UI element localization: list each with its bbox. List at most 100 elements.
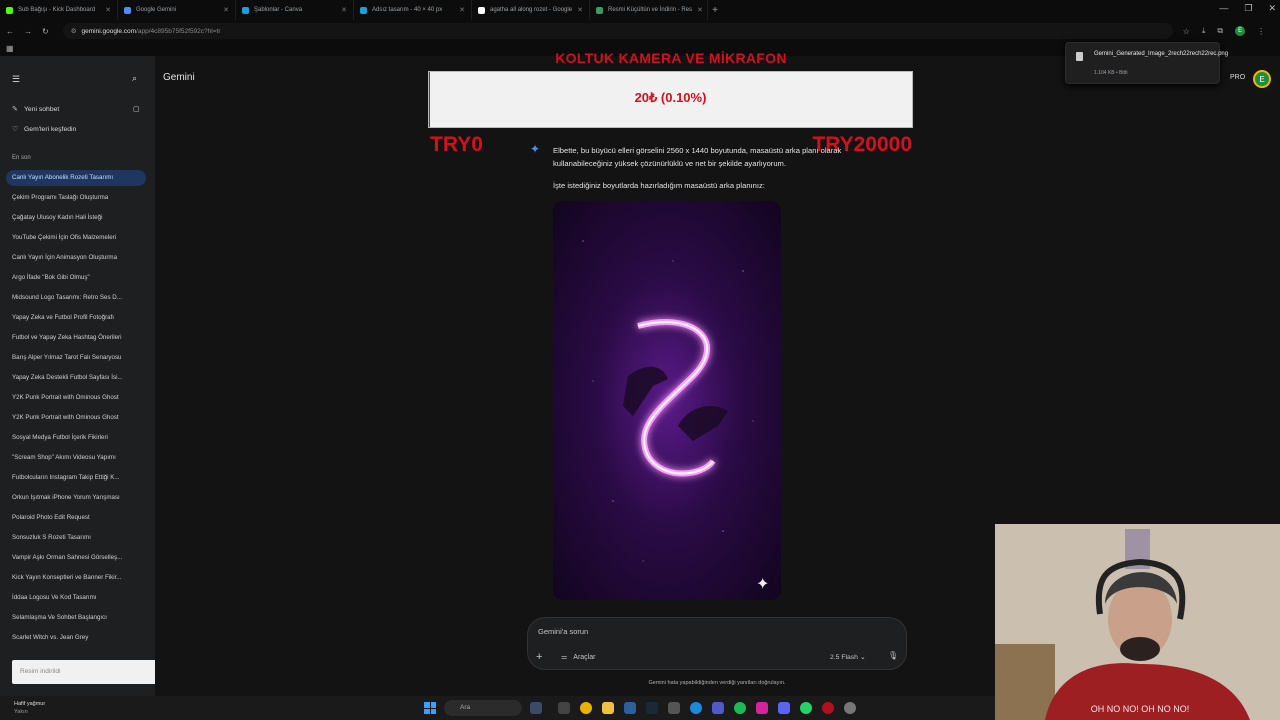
store-icon[interactable]: [624, 702, 636, 714]
browser-tab[interactable]: Resmi Küçültün ve İndirin - Res ✕: [590, 0, 708, 20]
new-tab-button[interactable]: +: [708, 5, 722, 16]
tab-close-icon[interactable]: ✕: [223, 6, 229, 14]
browser-tab[interactable]: Şablonlar - Canva ✕: [236, 0, 354, 20]
gemini-sparkle-icon: ✦: [530, 142, 541, 156]
forward-icon[interactable]: →: [24, 27, 32, 36]
profile-avatar[interactable]: E: [1235, 26, 1246, 36]
tab-favicon-icon: [6, 6, 13, 14]
tab-title: Google Gemini: [136, 7, 177, 13]
recent-chat-item[interactable]: İddaa Logosu Ve Kod Tasarımı: [6, 590, 146, 606]
spotify-icon[interactable]: [734, 702, 746, 714]
download-filename[interactable]: Gemini_Generated_Image_2rech22rech22rec.…: [1094, 50, 1228, 59]
capcut-icon[interactable]: [668, 702, 680, 714]
generated-image[interactable]: [553, 201, 781, 600]
search-icon[interactable]: ⌕: [132, 73, 137, 84]
tools-label: Araçlar: [573, 653, 596, 661]
download-icon[interactable]: ⤓: [1202, 26, 1206, 36]
discord-icon[interactable]: [778, 702, 790, 714]
hamburger-menu-icon[interactable]: ☰: [12, 74, 20, 85]
tools-button[interactable]: ⚌ Araçlar: [561, 653, 596, 662]
tab-title: Adsız tasarım - 40 × 40 px: [372, 7, 443, 13]
tab-close-icon[interactable]: ✕: [459, 6, 465, 14]
explore-gems-button[interactable]: ♡ Gem'leri keşfedin: [12, 125, 76, 133]
recent-chat-item[interactable]: Midsound Logo Tasarımı: Retro Ses D...: [6, 290, 146, 306]
task-view-icon[interactable]: [530, 702, 542, 714]
download-size: 1.104 KB • Bitti: [1094, 70, 1128, 76]
recent-chat-item[interactable]: Selamlaşma Ve Sohbet Başlangıcı: [6, 610, 146, 626]
tab-close-icon[interactable]: ✕: [105, 6, 111, 14]
recent-chat-item[interactable]: Polaroid Photo Edit Request: [6, 510, 146, 526]
tab-close-icon[interactable]: ✕: [697, 6, 703, 14]
download-popup[interactable]: Gemini_Generated_Image_2rech22rech22rec.…: [1065, 42, 1228, 84]
response-paragraph-2: İşte istediğiniz boyutlarda hazırladığım…: [553, 181, 765, 190]
recent-chat-item[interactable]: Yapay Zeka ve Futbol Profil Fotoğrafı: [6, 310, 146, 326]
close-icon[interactable]: ✕: [1268, 3, 1276, 14]
recent-chat-item[interactable]: Canlı Yayın Abonelik Rozeti Tasarımı: [6, 170, 146, 186]
recent-chat-item[interactable]: Sosyal Medya Futbol İçerik Fikirleri: [6, 430, 146, 446]
add-attachment-button[interactable]: +: [536, 651, 542, 663]
recent-chat-item[interactable]: Yapay Zeka Destekli Futbol Sayfası İsi..…: [6, 370, 146, 386]
windows-start-icon[interactable]: [424, 702, 436, 714]
obs-icon[interactable]: [822, 702, 834, 714]
url-field[interactable]: ⚙ gemini.google.com/app/4c895b75f52f592c…: [62, 23, 1173, 39]
recent-chat-item[interactable]: Orkun Işıtmak iPhone Yorum Yarışması: [6, 490, 146, 506]
whatsapp-icon[interactable]: [800, 702, 812, 714]
recent-chat-item[interactable]: Sonsuzluk S Rozeti Tasarımı: [6, 530, 146, 546]
recent-chat-item[interactable]: Çağatay Ulusoy Kadın Hali İsteği: [6, 210, 146, 226]
prompt-input[interactable]: Gemini'a sorun: [538, 627, 588, 636]
back-icon[interactable]: ←: [6, 27, 14, 36]
microphone-button[interactable]: 🎙: [888, 651, 898, 660]
widgets-icon[interactable]: [558, 702, 570, 714]
tab-close-icon[interactable]: ✕: [577, 6, 583, 14]
recent-chat-item[interactable]: Kick Yayın Konseptleri ve Banner Fikir..…: [6, 570, 146, 586]
recent-chat-item[interactable]: Futbolcuların Instagram Takip Ettiği K..…: [6, 470, 146, 486]
recent-chat-item[interactable]: Scarlet Witch vs. Jean Grey: [6, 630, 146, 646]
recent-chat-item[interactable]: YouTube Çekimi İçin Ofis Malzemeleri: [6, 230, 146, 246]
recent-chat-item[interactable]: Barış Alper Yılmaz Tarot Falı Senaryosu: [6, 350, 146, 366]
site-info-icon[interactable]: ⚙: [71, 27, 77, 35]
chrome-icon[interactable]: [580, 702, 592, 714]
apps-grid-icon[interactable]: ▦: [6, 44, 14, 53]
reload-icon[interactable]: ↻: [42, 27, 49, 36]
recent-chat-item[interactable]: Canlı Yayın İçin Animasyon Oluşturma: [6, 250, 146, 266]
weather-widget[interactable]: Hafif yağmur Yakın: [14, 700, 45, 716]
prompt-box[interactable]: [527, 617, 907, 670]
browser-tab[interactable]: agatha all along rozet - Google ✕: [472, 0, 590, 20]
maximize-icon[interactable]: ❐: [1244, 3, 1252, 14]
tab-favicon-icon: [124, 6, 131, 14]
url-host: gemini.google.com: [81, 27, 137, 35]
recent-chat-item[interactable]: Futbol ve Yapay Zeka Hashtag Önerileri: [6, 330, 146, 346]
pro-badge: PRO: [1230, 74, 1246, 81]
tab-title: Şablonlar - Canva: [254, 7, 303, 13]
app-icon[interactable]: [844, 702, 856, 714]
steam-icon[interactable]: [646, 702, 658, 714]
browser-tab[interactable]: Sub Bağışı - Kick Dashboard ✕: [0, 0, 118, 20]
recent-chat-item[interactable]: Çekim Programı Taslağı Oluşturma: [6, 190, 146, 206]
recent-chat-item[interactable]: Y2K Punk Portrait with Ominous Ghost: [6, 410, 146, 426]
minimize-icon[interactable]: —: [1219, 3, 1228, 14]
model-selector[interactable]: 2.5 Flash ⌄: [830, 653, 866, 661]
taskbar-search[interactable]: Ara: [444, 700, 522, 716]
chevron-down-icon: ⌄: [859, 654, 866, 661]
browser-tab[interactable]: Google Gemini ✕: [118, 0, 236, 20]
explore-gems-label: Gem'leri keşfedin: [24, 126, 77, 133]
instagram-icon[interactable]: [756, 702, 768, 714]
tab-close-icon[interactable]: ✕: [341, 6, 347, 14]
recent-chat-item[interactable]: Vampir Aşkı Orman Sahnesi Görselleş...: [6, 550, 146, 566]
app-title[interactable]: Gemini: [163, 72, 195, 83]
browser-tab[interactable]: Adsız tasarım - 40 × 40 px ✕: [354, 0, 472, 20]
recent-chat-item[interactable]: Argo İfade "Bok Gibi Olmuş": [6, 270, 146, 286]
menu-icon[interactable]: ⋮: [1257, 27, 1265, 36]
bookmark-star-icon[interactable]: ☆: [1183, 27, 1190, 36]
file-explorer-icon[interactable]: [602, 702, 614, 714]
recent-chat-item[interactable]: Y2K Punk Portrait with Ominous Ghost: [6, 390, 146, 406]
recent-chat-item[interactable]: "Scream Shop" Akımı Videosu Yapımı: [6, 450, 146, 466]
edge-icon[interactable]: [690, 702, 702, 714]
model-label: 2.5 Flash: [830, 654, 858, 661]
teams-icon[interactable]: [712, 702, 724, 714]
overlay-goal-title: KOLTUK KAMERA VE MİKRAFON: [555, 50, 787, 66]
new-chat-button[interactable]: ✎ Yeni sohbet: [12, 105, 59, 113]
extensions-icon[interactable]: ⧉: [1217, 26, 1223, 36]
new-window-icon[interactable]: ▢: [133, 105, 139, 113]
account-avatar[interactable]: E: [1253, 70, 1271, 88]
